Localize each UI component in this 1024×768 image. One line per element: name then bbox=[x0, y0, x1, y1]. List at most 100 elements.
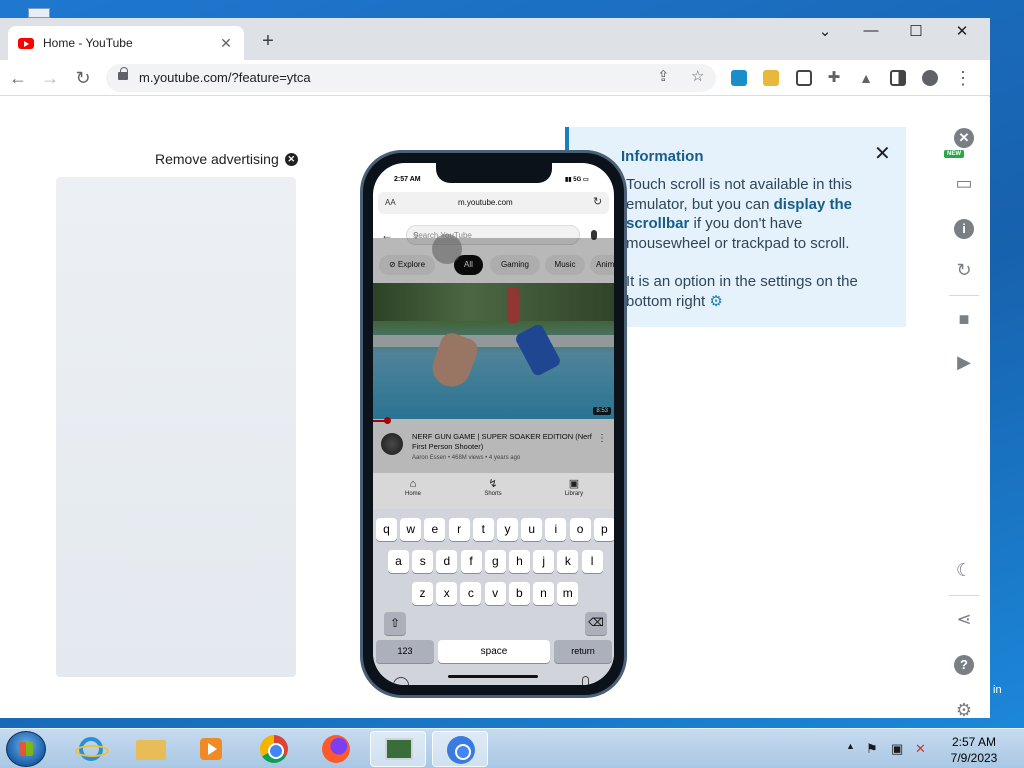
extensions-puzzle-icon[interactable]: ✚ bbox=[822, 66, 846, 90]
nav-library[interactable]: ▣ Library bbox=[544, 478, 604, 497]
backspace-key[interactable]: ⌫ bbox=[585, 612, 607, 635]
key-q[interactable]: q bbox=[376, 518, 397, 541]
key-t[interactable]: t bbox=[472, 518, 494, 541]
key-z[interactable]: z bbox=[412, 582, 433, 605]
key-x[interactable]: x bbox=[436, 582, 458, 605]
forward-button[interactable]: → bbox=[38, 66, 62, 90]
nav-shorts-label: Shorts bbox=[484, 491, 502, 497]
key-g[interactable]: g bbox=[484, 550, 506, 573]
tray-chevron-icon[interactable]: ▲ bbox=[846, 741, 855, 751]
share-icon[interactable]: ⇪ bbox=[657, 67, 670, 85]
key-f[interactable]: f bbox=[460, 550, 482, 573]
close-circle-icon[interactable]: ✕ bbox=[284, 152, 298, 166]
key-r[interactable]: r bbox=[448, 518, 470, 541]
reader-aa-button[interactable]: AA bbox=[385, 198, 396, 207]
bookmark-star-icon[interactable]: ☆ bbox=[691, 67, 704, 85]
key-l[interactable]: l bbox=[581, 550, 603, 573]
new-tab-button[interactable]: + bbox=[256, 30, 280, 53]
close-circle-icon[interactable]: ✕ bbox=[954, 128, 974, 148]
back-button[interactable]: ← bbox=[6, 66, 30, 90]
extension-folder-icon[interactable] bbox=[763, 70, 779, 86]
info-icon[interactable]: i bbox=[954, 219, 974, 239]
phone-notch bbox=[436, 163, 552, 183]
address-bar[interactable]: m.youtube.com/?feature=ytca ⇪ ☆ bbox=[106, 64, 716, 92]
key-u[interactable]: u bbox=[521, 518, 543, 541]
taskbar-file-explorer[interactable] bbox=[122, 731, 178, 767]
return-key[interactable]: return bbox=[554, 640, 612, 663]
minimize-button[interactable]: — bbox=[856, 22, 886, 39]
space-key[interactable]: space bbox=[438, 640, 550, 663]
key-c[interactable]: c bbox=[460, 582, 482, 605]
key-a[interactable]: a bbox=[388, 550, 409, 573]
taskbar-monitor-app[interactable] bbox=[370, 731, 426, 767]
tray-network-icon[interactable]: ▣ bbox=[891, 741, 903, 757]
remove-advertising-link[interactable]: Remove advertising ✕ bbox=[155, 151, 298, 167]
extension-player-icon[interactable] bbox=[731, 70, 747, 86]
menu-kebab-icon[interactable]: ⋮ bbox=[951, 66, 975, 90]
key-k[interactable]: k bbox=[557, 550, 579, 573]
camera-icon[interactable]: ■ bbox=[953, 309, 975, 330]
key-m[interactable]: m bbox=[557, 582, 579, 605]
numbers-key[interactable]: 123 bbox=[376, 640, 434, 663]
safari-reload-icon[interactable]: ↻ bbox=[593, 195, 602, 208]
tab-close-icon[interactable]: ✕ bbox=[218, 35, 234, 52]
key-w[interactable]: w bbox=[400, 518, 422, 541]
maximize-button[interactable]: ☐ bbox=[901, 22, 931, 40]
taskbar-firefox[interactable] bbox=[308, 731, 364, 767]
key-n[interactable]: n bbox=[533, 582, 554, 605]
profile-avatar-icon[interactable] bbox=[922, 70, 938, 86]
key-y[interactable]: y bbox=[497, 518, 518, 541]
desktop-icon-label[interactable]: in bbox=[993, 684, 1002, 696]
system-clock[interactable]: 2:57 AM 7/9/2023 bbox=[944, 734, 1004, 766]
tab-youtube[interactable]: Home - YouTube ✕ bbox=[8, 26, 244, 60]
start-button[interactable] bbox=[6, 731, 46, 767]
taskbar-chrome-active[interactable] bbox=[432, 731, 488, 767]
nav-home[interactable]: ⌂ Home bbox=[383, 478, 443, 497]
video-camera-icon[interactable]: ▶ bbox=[953, 352, 975, 373]
info-title: Information bbox=[621, 148, 704, 165]
key-d[interactable]: d bbox=[436, 550, 458, 573]
key-i[interactable]: i bbox=[545, 518, 567, 541]
share-icon[interactable]: ⋖ bbox=[953, 609, 975, 630]
key-j[interactable]: j bbox=[533, 550, 555, 573]
taskbar-internet-explorer[interactable] bbox=[62, 731, 118, 767]
nav-shorts[interactable]: ↯ Shorts bbox=[463, 478, 523, 497]
lab-flask-icon[interactable]: ▲ bbox=[854, 66, 878, 90]
tray-flag-icon[interactable]: ⚑ bbox=[866, 741, 878, 757]
safari-address-bar[interactable]: AA m.youtube.com ↻ bbox=[378, 192, 609, 214]
side-panel-icon[interactable] bbox=[890, 70, 906, 86]
dark-mode-moon-icon[interactable]: ☾ bbox=[953, 560, 975, 581]
lock-icon[interactable] bbox=[118, 67, 128, 80]
reload-button[interactable]: ↻ bbox=[71, 66, 95, 90]
emoji-icon[interactable] bbox=[393, 677, 409, 685]
extension-block-icon[interactable] bbox=[796, 70, 812, 86]
devices-icon[interactable]: ▭ bbox=[953, 173, 975, 194]
home-indicator[interactable] bbox=[448, 675, 538, 678]
dictation-mic-icon[interactable] bbox=[582, 676, 589, 685]
nav-home-label: Home bbox=[404, 491, 421, 497]
safari-url[interactable]: m.youtube.com bbox=[458, 198, 513, 207]
key-e[interactable]: e bbox=[424, 518, 446, 541]
help-icon[interactable]: ? bbox=[954, 655, 974, 675]
settings-gear-icon[interactable]: ⚙ bbox=[953, 700, 975, 721]
taskbar-media-player[interactable] bbox=[182, 731, 238, 767]
phone-screen: 2:57 AM ▮▮ 5G ▭ AA m.youtube.com ↻ ← Sea… bbox=[373, 163, 614, 685]
search-dim-overlay[interactable] bbox=[373, 238, 614, 473]
info-close-icon[interactable]: ✕ bbox=[874, 141, 891, 166]
folder-icon bbox=[136, 740, 166, 760]
address-url[interactable]: m.youtube.com/?feature=ytca bbox=[139, 70, 311, 85]
key-b[interactable]: b bbox=[508, 582, 530, 605]
taskbar-chrome[interactable] bbox=[246, 731, 302, 767]
tab-search-button[interactable]: ⌄ bbox=[810, 22, 840, 40]
key-p[interactable]: p bbox=[593, 518, 614, 541]
desktop-file-icon[interactable] bbox=[28, 8, 50, 18]
key-v[interactable]: v bbox=[484, 582, 506, 605]
key-h[interactable]: h bbox=[509, 550, 530, 573]
key-s[interactable]: s bbox=[412, 550, 434, 573]
close-window-button[interactable]: ✕ bbox=[947, 22, 977, 40]
shift-key[interactable]: ⇧ bbox=[384, 612, 406, 635]
firefox-icon bbox=[322, 735, 350, 763]
tray-volume-muted-icon[interactable]: ✕ bbox=[915, 741, 926, 757]
key-o[interactable]: o bbox=[569, 518, 591, 541]
rotate-icon[interactable]: ↻ bbox=[953, 260, 975, 281]
